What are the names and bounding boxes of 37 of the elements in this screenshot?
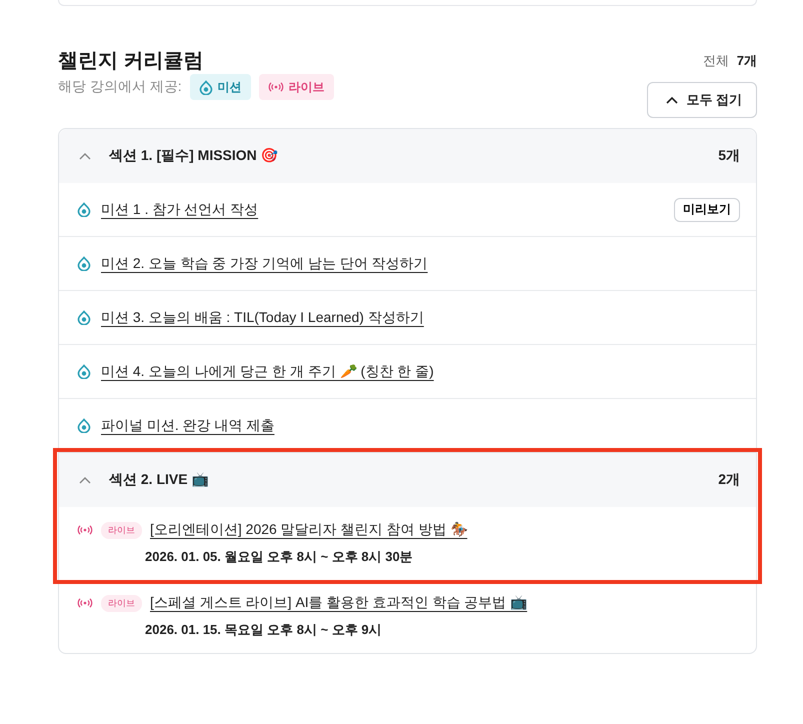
total-label: 전체	[702, 52, 729, 70]
total-count: 7개	[736, 52, 757, 70]
lesson-link[interactable]: [스페셜 게스트 라이브] AI를 활용한 효과적인 학습 공부법 📺	[150, 594, 528, 612]
lesson-link[interactable]: 미션 1 . 참가 선언서 작성	[101, 200, 258, 218]
lesson-link[interactable]: 미션 2. 오늘 학습 중 가장 기억에 남는 단어 작성하기	[101, 254, 428, 272]
drop-icon	[77, 256, 91, 271]
drop-icon	[198, 80, 213, 94]
section-title: 챌린지 커리큘럼	[58, 49, 204, 74]
section-name: 섹션 2. LIVE 📺	[109, 471, 210, 489]
lesson-link[interactable]: 미션 4. 오늘의 나에게 당근 한 개 주기 🥕 (칭찬 한 줄)	[101, 362, 434, 380]
collapse-all-button[interactable]: 모두 접기	[647, 82, 757, 118]
live-badge: 라이브	[101, 522, 142, 538]
provided-label: 해당 강의에서 제공:	[58, 78, 182, 96]
mission-tag: 미션	[190, 74, 251, 100]
lesson-time: 2026. 01. 15. 목요일 오후 8시 ~ 오후 9시	[145, 621, 383, 639]
drop-icon	[77, 418, 91, 433]
drop-icon	[77, 364, 91, 379]
chevron-up-icon	[79, 476, 91, 484]
section-name: 섹션 1. [필수] MISSION 🎯	[109, 147, 279, 165]
lesson-link[interactable]: 미션 3. 오늘의 배움 : TIL(Today I Learned) 작성하기	[101, 308, 424, 326]
drop-icon	[77, 310, 91, 325]
live-tag: 라이브	[258, 74, 334, 100]
preview-button[interactable]: 미리보기	[674, 198, 740, 222]
chevron-up-icon	[666, 96, 678, 104]
lesson-time: 2026. 01. 05. 월요일 오후 8시 ~ 오후 8시 30분	[145, 548, 414, 566]
broadcast-icon	[77, 525, 93, 535]
section-header[interactable]: 섹션 2. LIVE 📺 2개	[59, 452, 756, 507]
broadcast-icon	[268, 82, 284, 92]
section-count: 2개	[718, 471, 740, 489]
lesson-link[interactable]: [오리엔테이션] 2026 말달리자 챌린지 참여 방법 🏇	[150, 521, 468, 539]
section-count: 5개	[718, 147, 740, 165]
chevron-up-icon	[79, 152, 91, 160]
section-header[interactable]: 섹션 1. [필수] MISSION 🎯 5개	[59, 129, 756, 183]
drop-icon	[77, 202, 91, 217]
live-badge: 라이브	[101, 594, 142, 612]
broadcast-icon	[77, 598, 93, 608]
lesson-link[interactable]: 파이널 미션. 완강 내역 제출	[101, 416, 274, 434]
